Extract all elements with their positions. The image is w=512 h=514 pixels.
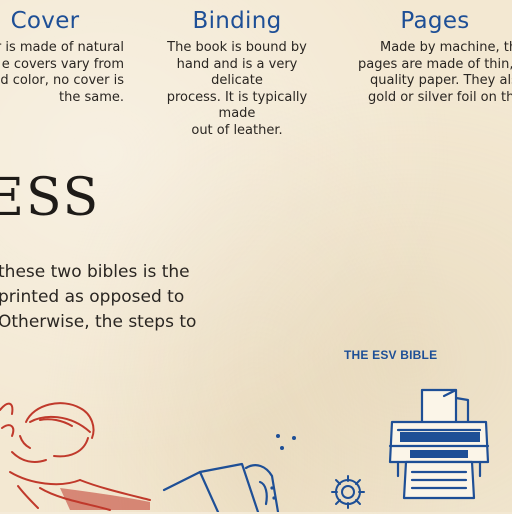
body-paragraph: these two bibles is the printed as oppos… (0, 260, 258, 335)
binding-column: Binding The book is bound by hand and is… (152, 8, 322, 139)
binding-line: out of leather. (191, 122, 283, 138)
pages-line: pages are made of thin, (358, 56, 512, 72)
cover-description: r is made of natural e covers vary from … (0, 40, 130, 106)
cover-line: the same. (59, 89, 124, 105)
press-worker-illustration (0, 402, 151, 511)
binding-line: hand and is a very delicate (176, 56, 298, 89)
cover-line: e covers vary from (1, 56, 124, 72)
section-heading: ESS (0, 168, 101, 228)
body-line: these two bibles is the (0, 262, 190, 282)
book-pages-illustration (162, 462, 280, 512)
gear-icon (331, 475, 365, 509)
body-line: printed as opposed to (0, 287, 185, 307)
pages-title: Pages (400, 8, 470, 34)
pages-line: Made by machine, th (380, 40, 512, 55)
binding-line: process. It is typically made (166, 89, 308, 122)
pages-column: Pages Made by machine, th pages are made… (350, 8, 512, 106)
cover-title: Cover (10, 8, 80, 34)
cover-line: r is made of natural (0, 40, 124, 55)
binding-description: The book is bound by hand and is a very … (152, 40, 322, 139)
printer-icon (388, 388, 490, 500)
body-line: Otherwise, the steps to (0, 312, 197, 332)
cover-column: Cover r is made of natural e covers vary… (0, 8, 130, 106)
binding-title: Binding (192, 8, 282, 34)
cover-line: d color, no cover is (0, 73, 124, 88)
pages-description: Made by machine, th pages are made of th… (350, 40, 512, 106)
pages-line: quality paper. They also (370, 73, 512, 88)
binding-line: The book is bound by (167, 40, 307, 55)
esv-bible-label: THE ESV BIBLE (344, 348, 438, 362)
pages-line: gold or silver foil on th (368, 89, 512, 105)
